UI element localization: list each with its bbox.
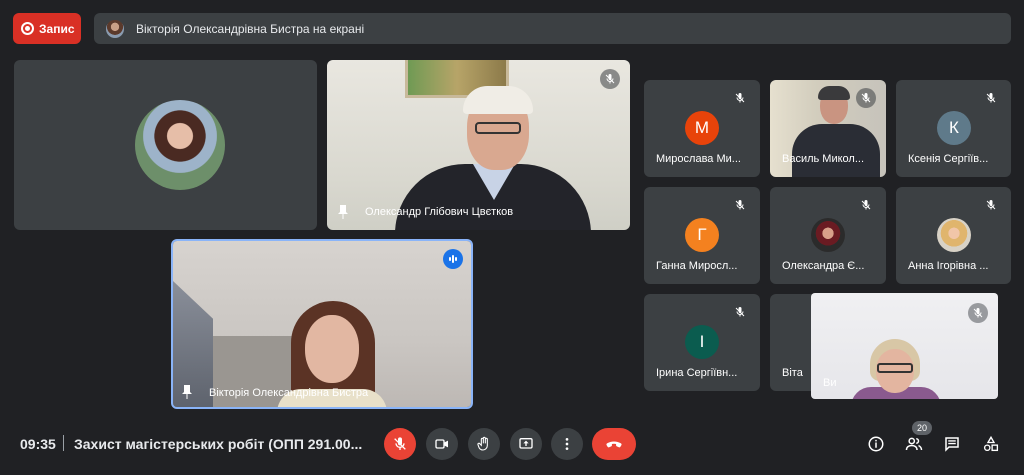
leave-call-button[interactable] — [592, 428, 636, 460]
camera-icon — [435, 439, 448, 449]
mic-off-icon — [394, 437, 406, 450]
mic-off-icon — [968, 303, 988, 323]
participant-name: Олександра Є... — [782, 260, 865, 272]
participant-tile[interactable]: Василь Микол... — [770, 80, 886, 177]
record-icon — [21, 22, 34, 35]
participant-initial-avatar: І — [685, 325, 719, 359]
more-options-button[interactable] — [551, 428, 583, 460]
participant-name: Анна Ігорівна ... — [908, 260, 989, 272]
participant-tile[interactable]: М Мирослава Ми... — [644, 80, 760, 177]
info-icon — [868, 436, 884, 452]
participant-name: Ірина Сергіївн... — [656, 367, 738, 379]
activities-button[interactable] — [980, 433, 1002, 455]
participant-tile[interactable]: К Ксенія Сергіїв... — [896, 80, 1011, 177]
participant-name: Ганна Миросл... — [656, 260, 738, 272]
video-feed — [327, 60, 630, 230]
participant-count-badge: 20 — [912, 421, 932, 435]
presenting-text: Вікторія Олександрівна Бистра на екрані — [136, 21, 365, 36]
participant-name: Олександр Глібович Цвєтков — [365, 206, 514, 218]
participants-button[interactable] — [903, 433, 925, 455]
mic-off-icon — [730, 88, 750, 108]
participant-name: Василь Микол... — [782, 153, 865, 165]
mic-off-icon — [856, 195, 876, 215]
participant-tile[interactable]: Анна Ігорівна ... — [896, 187, 1011, 284]
presenting-banner[interactable]: Вікторія Олександрівна Бистра на екрані — [94, 13, 1011, 44]
pin-icon[interactable] — [181, 385, 193, 399]
divider — [63, 435, 64, 451]
participant-initial-avatar: М — [685, 111, 719, 145]
self-label: Ви — [823, 377, 837, 389]
mic-off-icon — [981, 195, 1001, 215]
participant-name: Ксенія Сергіїв... — [908, 153, 989, 165]
participant-avatar — [811, 218, 845, 252]
mic-off-icon — [600, 69, 620, 89]
camera-toggle-button[interactable] — [426, 428, 458, 460]
chat-button[interactable] — [941, 433, 963, 455]
more-vert-icon — [565, 438, 569, 450]
participant-name: Вікторія Олександрівна Бистра — [209, 387, 369, 399]
mic-off-icon — [981, 88, 1001, 108]
video-feed — [173, 241, 471, 407]
participant-avatar — [937, 218, 971, 252]
people-icon — [905, 437, 923, 451]
participant-initial-avatar: Г — [685, 218, 719, 252]
presenter-avatar — [106, 19, 124, 38]
mic-toggle-button[interactable] — [384, 428, 416, 460]
participant-name: Мирослава Ми... — [656, 153, 741, 165]
pin-icon[interactable] — [337, 205, 349, 219]
participant-tile-presenter[interactable]: Вікторія Олександрівна Бистра — [171, 239, 473, 409]
self-view-tile[interactable]: Ви — [811, 293, 998, 399]
participant-tile[interactable]: Олександра Є... — [770, 187, 886, 284]
present-icon — [519, 438, 533, 449]
mic-off-icon — [730, 195, 750, 215]
raise-hand-button[interactable] — [468, 428, 500, 460]
hand-icon — [477, 436, 488, 451]
meeting-details-button[interactable] — [865, 433, 887, 455]
participant-tile-speaker[interactable]: Олександр Глібович Цвєтков — [327, 60, 630, 230]
chat-icon — [945, 437, 959, 452]
present-screen-button[interactable] — [510, 428, 542, 460]
mic-off-icon — [856, 88, 876, 108]
record-button[interactable]: Запис — [13, 13, 81, 44]
participant-tile[interactable]: Г Ганна Миросл... — [644, 187, 760, 284]
participant-avatar — [135, 100, 225, 190]
speaking-indicator-icon — [443, 249, 463, 269]
meeting-title[interactable]: Захист магістерських робіт (ОПП 291.00..… — [74, 436, 362, 452]
participant-tile[interactable]: І Ірина Сергіївн... — [644, 294, 760, 391]
meet-window: Запис Вікторія Олександрівна Бистра на е… — [0, 0, 1024, 475]
participant-tile-vika[interactable] — [14, 60, 317, 230]
participant-initial-avatar: К — [937, 111, 971, 145]
activities-icon — [983, 435, 999, 452]
hang-up-icon — [606, 441, 622, 448]
clock: 09:35 — [20, 436, 56, 452]
mic-off-icon — [730, 302, 750, 322]
record-label: Запис — [39, 21, 75, 36]
